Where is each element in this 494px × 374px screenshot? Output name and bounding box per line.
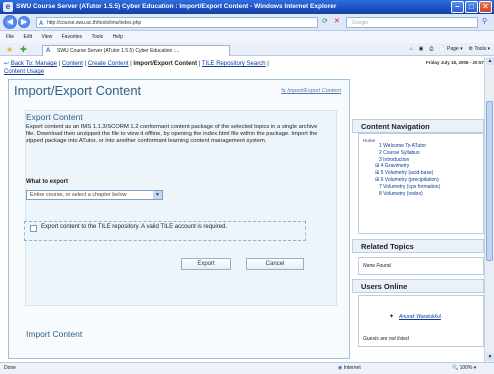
add-favorite-icon[interactable]: ✚ xyxy=(20,45,27,54)
nav-item[interactable]: 8 Volumetry (redox) xyxy=(363,191,479,198)
date-label: Friday July 18, 2008 - 20:57 xyxy=(425,60,484,65)
page-menu[interactable]: 📄 Page ▾ xyxy=(439,45,462,54)
current-page-label: Import/Export Content xyxy=(133,61,198,67)
zoom-icon: 🔍 xyxy=(452,365,459,371)
internet-zone: ◉ Internet xyxy=(338,365,361,371)
back-arrow-icon[interactable]: ◀ xyxy=(3,15,17,29)
maximize-button[interactable]: □ xyxy=(465,1,478,13)
content-link[interactable]: Content xyxy=(62,61,83,67)
export-button[interactable]: Export xyxy=(181,258,231,270)
export-chapter-select[interactable]: Entire course, or select a chapter below… xyxy=(26,190,163,200)
content-navigation-title: Content Navigation xyxy=(352,119,484,133)
menu-bar: File Edit View Favorites Tools Help xyxy=(0,31,494,43)
scroll-down-icon[interactable]: ▼ xyxy=(486,353,494,361)
nav-item[interactable]: ⊞ 4 Gravimetry xyxy=(363,163,479,170)
online-user-link[interactable]: Anurak Waralukkul xyxy=(399,314,441,320)
nav-item[interactable]: ⊞ 6 Volumetry (precipitation) xyxy=(363,177,479,184)
cancel-button[interactable]: Cancel xyxy=(246,258,304,270)
stop-icon[interactable]: ✕ xyxy=(334,18,340,26)
command-bar: ⌂ ▣ ⎙ 📄 Page ▾ ⚙ Tools ▾ xyxy=(410,45,490,54)
tile-export-checkbox[interactable] xyxy=(30,225,37,232)
address-input[interactable]: A http://course.swu.ac.th/tools/ims/inde… xyxy=(36,17,318,28)
menu-tools[interactable]: Tools xyxy=(91,34,103,40)
status-text: Done xyxy=(4,365,16,371)
what-to-export-label: What to export xyxy=(26,179,68,185)
globe-icon: ◉ xyxy=(338,365,343,371)
related-topics-title: Related Topics xyxy=(352,239,484,253)
window-titlebar: e SWU Course Server (ATutor 1.5.5) Cyber… xyxy=(0,0,494,14)
nav-item[interactable]: 1 Welcome To ATutor xyxy=(363,143,479,150)
search-icon[interactable]: ⚲ xyxy=(482,18,487,26)
ie-app-icon: e xyxy=(3,2,13,12)
vertical-scrollbar[interactable]: ▲ ▼ xyxy=(484,57,494,362)
print-icon[interactable]: ⎙ xyxy=(429,45,433,54)
tile-search-link[interactable]: TILE Repository Search xyxy=(202,61,266,67)
menu-help[interactable]: Help xyxy=(113,34,123,40)
favorites-star-icon[interactable]: ★ xyxy=(6,45,13,54)
guests-note: Guests are not listed xyxy=(363,336,409,342)
users-online-box: ✦ Anurak Waralukkul Guests are not liste… xyxy=(358,295,484,347)
refresh-icon[interactable]: ⟳ xyxy=(322,18,328,26)
related-topics-empty: None Found. xyxy=(358,257,484,275)
tile-export-label: Export content to the TILE repository. A… xyxy=(41,224,228,230)
back-to-manage-link[interactable]: Back To: Manage xyxy=(11,61,57,67)
address-bar-row: ◀ ▶ A http://course.swu.ac.th/tools/ims/… xyxy=(0,14,494,31)
back-link-icon: ↩ xyxy=(4,61,10,67)
import-heading: Import Content xyxy=(26,329,83,339)
minimize-button[interactable]: – xyxy=(451,1,464,13)
nav-item[interactable]: 7 Volumetry (cpx formation) xyxy=(363,184,479,191)
menu-file[interactable]: File xyxy=(6,34,14,40)
page-content: ↩ Back To: Manage | Content | Create Con… xyxy=(0,57,494,362)
create-content-link[interactable]: Create Content xyxy=(88,61,129,67)
scrollbar-thumb[interactable] xyxy=(486,101,493,261)
atutor-favicon-icon: A xyxy=(39,21,44,27)
home-icon[interactable]: ⌂ xyxy=(410,45,413,54)
menu-edit[interactable]: Edit xyxy=(23,34,32,40)
atutor-favicon-icon: A xyxy=(46,48,51,54)
tile-export-option: Export content to the TILE repository. A… xyxy=(24,221,306,241)
user-icon: ✦ xyxy=(389,314,395,320)
nav-item[interactable]: ⊞ 5 Volumetry (acid-base) xyxy=(363,170,479,177)
users-online-title: Users Online xyxy=(352,279,484,293)
breadcrumb: ↩ Back To: Manage | Content | Create Con… xyxy=(4,61,269,75)
close-button[interactable]: ✕ xyxy=(479,1,492,13)
browser-tab[interactable]: A SWU Course Server (ATutor 1.5.5) Cyber… xyxy=(42,45,230,56)
status-bar: Done ◉ Internet 🔍 100% ▾ xyxy=(0,362,494,374)
menu-view[interactable]: View xyxy=(41,34,52,40)
nav-item[interactable]: 2 Course Syllabus xyxy=(363,150,479,157)
tools-menu[interactable]: ⚙ Tools ▾ xyxy=(469,45,490,54)
content-navigation-tree: Home 1 Welcome To ATutor 2 Course Syllab… xyxy=(358,133,484,234)
menu-favorites[interactable]: Favorites xyxy=(62,34,83,40)
page-title: Import/Export Content xyxy=(14,83,142,98)
feeds-icon[interactable]: ▣ xyxy=(419,45,424,54)
chevron-down-icon: ▼ xyxy=(153,191,162,199)
scroll-up-icon[interactable]: ▲ xyxy=(486,57,494,65)
nav-item[interactable]: 3 Introduction xyxy=(363,157,479,164)
zoom-level[interactable]: 🔍 100% ▾ xyxy=(452,363,476,374)
export-description: Export content as an IMS 1.1.3/SCORM 1.2… xyxy=(26,124,318,145)
window-title: SWU Course Server (ATutor 1.5.5) Cyber E… xyxy=(16,3,337,10)
export-heading: Export Content xyxy=(26,112,83,122)
tab-bar: ★ ✚ A SWU Course Server (ATutor 1.5.5) C… xyxy=(0,43,494,56)
forward-arrow-icon[interactable]: ▶ xyxy=(18,16,30,28)
search-input[interactable]: Google xyxy=(346,17,478,28)
content-usage-link[interactable]: Content Usage xyxy=(4,69,44,75)
import-export-header-link[interactable]: ⇆ Import/Export Content xyxy=(281,88,341,94)
